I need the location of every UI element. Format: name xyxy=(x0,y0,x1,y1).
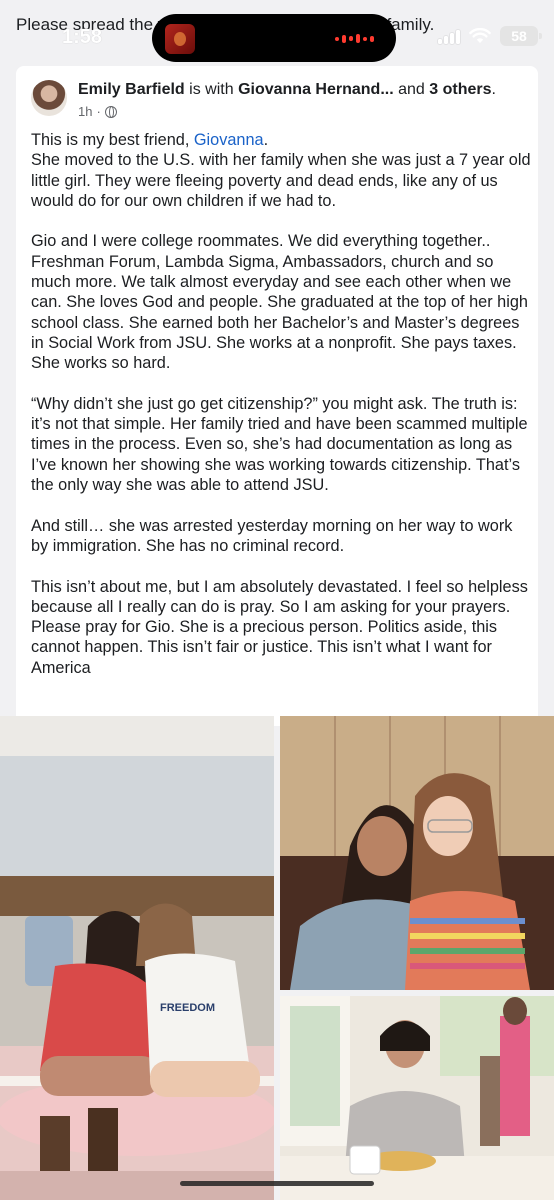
mention-link[interactable]: Giovanna xyxy=(194,131,264,149)
status-indicators: 58 xyxy=(438,26,542,46)
tagged-person-link[interactable]: Giovanna Hernand... xyxy=(238,81,394,98)
and-text: and xyxy=(398,81,425,98)
audio-waveform-icon xyxy=(335,34,374,43)
post-paragraph: “Why didn’t she just go get citizenship?… xyxy=(31,394,528,495)
post-text: This is my best friend, Giovanna. She mo… xyxy=(31,130,531,698)
photo-booth[interactable] xyxy=(280,716,554,990)
photo-cafe[interactable] xyxy=(280,996,554,1200)
post-paragraph: Gio and I were college roommates. We did… xyxy=(31,232,528,373)
post-meta: 1h · xyxy=(78,104,117,119)
post-paragraph: This is my best friend, Giovanna. She mo… xyxy=(31,131,531,210)
shirt-text: FREEDOM xyxy=(160,1002,215,1014)
author-avatar[interactable] xyxy=(31,80,67,116)
post-card: Emily Barfield is with Giovanna Hernand.… xyxy=(16,66,538,726)
status-time: 1:58 xyxy=(62,26,103,48)
wifi-icon xyxy=(469,28,491,44)
author-name[interactable]: Emily Barfield xyxy=(78,81,185,98)
booth-illustration xyxy=(280,716,554,990)
post-timestamp[interactable]: 1h xyxy=(78,104,92,119)
now-playing-artwork-icon xyxy=(165,24,195,54)
cellular-signal-icon xyxy=(438,29,460,44)
post-paragraph: And still… she was arrested yesterday mo… xyxy=(31,516,513,555)
home-indicator[interactable] xyxy=(180,1181,374,1186)
photo-dorm-room[interactable]: FREEDOM xyxy=(0,716,274,1200)
globe-icon[interactable] xyxy=(104,105,117,118)
dynamic-island[interactable] xyxy=(152,14,396,62)
cafe-illustration xyxy=(280,996,554,1200)
post-header: Emily Barfield is with Giovanna Hernand.… xyxy=(78,81,496,98)
battery-indicator: 58 xyxy=(500,26,542,46)
dorm-room-illustration: FREEDOM xyxy=(0,716,274,1200)
post-paragraph: This isn’t about me, but I am absolutely… xyxy=(31,577,528,677)
with-text: is with xyxy=(189,81,234,98)
others-link[interactable]: 3 others xyxy=(429,81,491,98)
